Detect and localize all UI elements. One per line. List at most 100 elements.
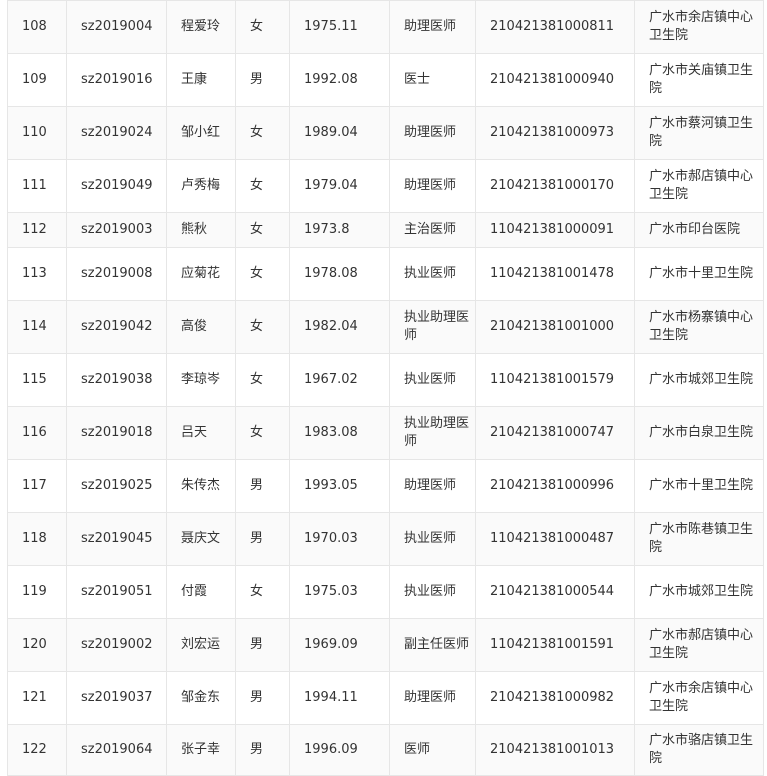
table-row: 109 sz2019016 王康男 1992.08 医士 210421381000940 广… [7,53,764,107]
cell-id: sz2019042 [66,300,167,354]
table-row: 108 sz2019004 程爱玲女 1975.11 助理医师 2104213810008… [7,0,764,54]
table-row: 112 sz2019003 熊秋女 1973.8 主治医师 110421381000091… [7,212,764,248]
cell-id: sz2019016 [66,53,167,107]
cell-title: 副主任医师 [389,618,476,672]
cell-unit: 广水市印台医院 [634,212,764,248]
cell-id: sz2019003 [66,212,167,248]
table-row: 113 sz2019008 应菊花女 1978.08 执业医师 1104213810014… [7,247,764,301]
cell-unit: 广水市城郊卫生院 [634,353,764,407]
cell-name: 朱传杰 [166,459,236,513]
cell-title: 助理医师 [389,671,476,725]
cell-no: 115 [7,353,67,407]
cell-title: 执业助理医师 [389,300,476,354]
cell-title: 执业医师 [389,353,476,407]
cell-unit: 广水市城郊卫生院 [634,565,764,619]
table-row: 120 sz2019002 刘宏运男 1969.09 副主任医师 110421381001… [7,618,764,672]
cell-title: 医士 [389,53,476,107]
cell-name: 吕天 [166,406,236,460]
cell-unit: 广水市十里卫生院 [634,459,764,513]
cell-name: 聂庆文 [166,512,236,566]
cell-no: 111 [7,159,67,213]
cell-gender: 女 [235,353,290,407]
cell-born: 1994.11 [289,671,390,725]
cell-title: 助理医师 [389,0,476,54]
cell-id: sz2019002 [66,618,167,672]
cell-no: 121 [7,671,67,725]
cell-cert: 210421381000170 [475,159,635,213]
cell-no: 116 [7,406,67,460]
cell-gender: 女 [235,406,290,460]
cell-no: 120 [7,618,67,672]
cell-id: sz2019045 [66,512,167,566]
cell-gender: 女 [235,0,290,54]
cell-cert: 210421381001013 [475,724,635,776]
cell-unit: 广水市余店镇中心卫生院 [634,671,764,725]
cell-no: 122 [7,724,67,776]
cell-id: sz2019064 [66,724,167,776]
cell-name: 应菊花 [166,247,236,301]
table-row: 115 sz2019038 李琼岑女 1967.02 执业医师 1104213810015… [7,353,764,407]
cell-cert: 210421381000544 [475,565,635,619]
cell-no: 109 [7,53,67,107]
cell-name: 付霞 [166,565,236,619]
cell-cert: 210421381000747 [475,406,635,460]
cell-id: sz2019018 [66,406,167,460]
cell-no: 108 [7,0,67,54]
cell-born: 1967.02 [289,353,390,407]
cell-gender: 男 [235,724,290,776]
table-row: 117 sz2019025 朱传杰男 1993.05 助理医师 2104213810009… [7,459,764,513]
cell-unit: 广水市骆店镇卫生院 [634,724,764,776]
cell-title: 助理医师 [389,106,476,160]
cell-unit: 广水市十里卫生院 [634,247,764,301]
cell-title: 助理医师 [389,459,476,513]
cell-title: 执业医师 [389,512,476,566]
cell-unit: 广水市郝店镇中心卫生院 [634,618,764,672]
cell-cert: 210421381001000 [475,300,635,354]
cell-no: 113 [7,247,67,301]
cell-name: 王康 [166,53,236,107]
cell-id: sz2019038 [66,353,167,407]
table-row: 114 sz2019042 高俊女 1982.04 执业助理医师 210421381001… [7,300,764,354]
cell-name: 刘宏运 [166,618,236,672]
cell-cert: 210421381000973 [475,106,635,160]
cell-id: sz2019004 [66,0,167,54]
cell-cert: 210421381000996 [475,459,635,513]
cell-name: 邹金东 [166,671,236,725]
cell-name: 熊秋 [166,212,236,248]
cell-no: 110 [7,106,67,160]
cell-born: 1992.08 [289,53,390,107]
cell-no: 117 [7,459,67,513]
cell-born: 1989.04 [289,106,390,160]
cell-id: sz2019049 [66,159,167,213]
table-row: 122 sz2019064 张子幸男 1996.09 医师 210421381001013… [7,724,764,776]
cell-born: 1996.09 [289,724,390,776]
cell-born: 1975.11 [289,0,390,54]
cell-born: 1983.08 [289,406,390,460]
cell-name: 卢秀梅 [166,159,236,213]
cell-unit: 广水市陈巷镇卫生院 [634,512,764,566]
cell-born: 1993.05 [289,459,390,513]
cell-born: 1970.03 [289,512,390,566]
cell-title: 执业医师 [389,247,476,301]
cell-title: 主治医师 [389,212,476,248]
cell-title: 医师 [389,724,476,776]
cell-name: 李琼岑 [166,353,236,407]
cell-born: 1978.08 [289,247,390,301]
cell-id: sz2019037 [66,671,167,725]
table-row: 110 sz2019024 邹小红女 1989.04 助理医师 2104213810009… [7,106,764,160]
cell-title: 助理医师 [389,159,476,213]
cell-name: 程爱玲 [166,0,236,54]
cell-cert: 210421381000811 [475,0,635,54]
cell-gender: 女 [235,247,290,301]
cell-cert: 110421381001579 [475,353,635,407]
cell-born: 1973.8 [289,212,390,248]
cell-unit: 广水市蔡河镇卫生院 [634,106,764,160]
table-row: 121 sz2019037 邹金东男 1994.11 助理医师 2104213810009… [7,671,764,725]
cell-cert: 210421381000940 [475,53,635,107]
cell-no: 119 [7,565,67,619]
cell-gender: 女 [235,212,290,248]
cell-no: 114 [7,300,67,354]
cell-cert: 110421381000487 [475,512,635,566]
cell-cert: 110421381000091 [475,212,635,248]
cell-unit: 广水市关庙镇卫生院 [634,53,764,107]
